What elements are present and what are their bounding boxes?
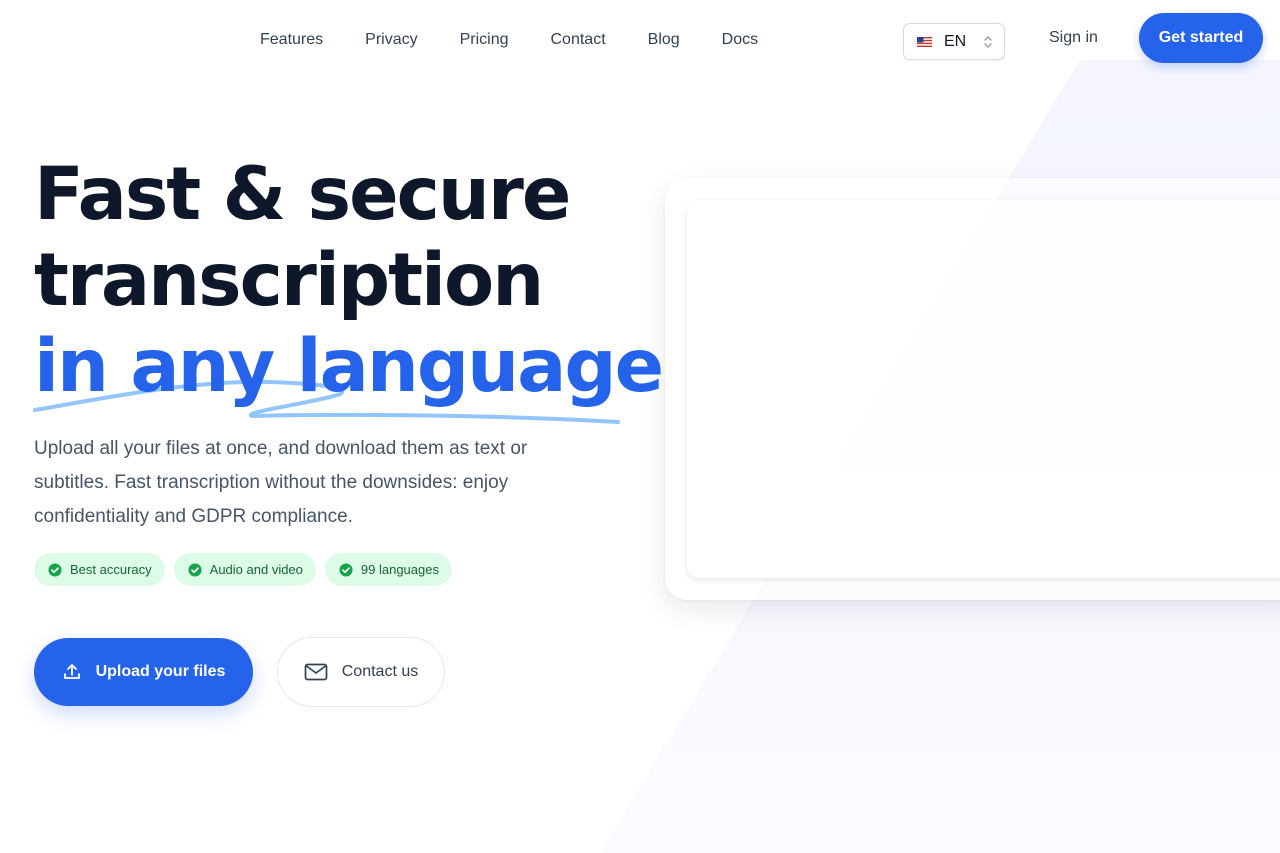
hero-title-accent: in any language (34, 324, 664, 409)
chevron-up-down-icon (984, 36, 992, 48)
hero-title-line-1: Fast & secure (34, 152, 571, 237)
upload-icon (63, 664, 80, 679)
feature-chip-label: Best accuracy (70, 562, 152, 577)
feature-chips: Best accuracy Audio and video 99 languag… (34, 553, 452, 586)
nav-links: Features Privacy Pricing Contact Blog Do… (239, 26, 779, 54)
hero-title: Fast & secure transcription in any langu… (34, 152, 664, 410)
us-flag-icon (917, 37, 932, 47)
language-select[interactable]: EN (903, 23, 1005, 60)
sign-in-link[interactable]: Sign in (1049, 27, 1098, 49)
nav-link-features[interactable]: Features (239, 26, 344, 54)
language-code: EN (944, 33, 967, 50)
hero-title-line-2: transcription (34, 238, 544, 323)
nav-link-privacy[interactable]: Privacy (344, 26, 438, 54)
mail-icon (304, 663, 328, 681)
contact-us-button[interactable]: Contact us (277, 637, 445, 707)
check-circle-icon (188, 563, 202, 576)
feature-chip-label: Audio and video (209, 562, 303, 577)
hero-description: Upload all your files at once, and downl… (34, 438, 528, 527)
feature-chip: Audio and video (173, 553, 316, 586)
nav-link-pricing[interactable]: Pricing (439, 26, 530, 54)
contact-us-label: Contact us (341, 663, 419, 680)
top-navigation: Features Privacy Pricing Contact Blog Do… (0, 0, 1280, 76)
feature-chip: 99 languages (324, 553, 452, 586)
upload-files-label: Upload your files (95, 663, 226, 680)
check-circle-icon (48, 563, 62, 576)
preview-card-content (687, 200, 1280, 578)
nav-link-docs[interactable]: Docs (701, 26, 779, 54)
upload-files-button[interactable]: Upload your files (34, 638, 253, 706)
preview-card (665, 178, 1280, 600)
check-circle-icon (339, 563, 353, 576)
nav-link-contact[interactable]: Contact (530, 26, 627, 54)
feature-chip: Best accuracy (34, 553, 165, 586)
get-started-button[interactable]: Get started (1139, 13, 1263, 63)
feature-chip-label: 99 languages (360, 562, 439, 577)
nav-link-blog[interactable]: Blog (627, 26, 701, 54)
